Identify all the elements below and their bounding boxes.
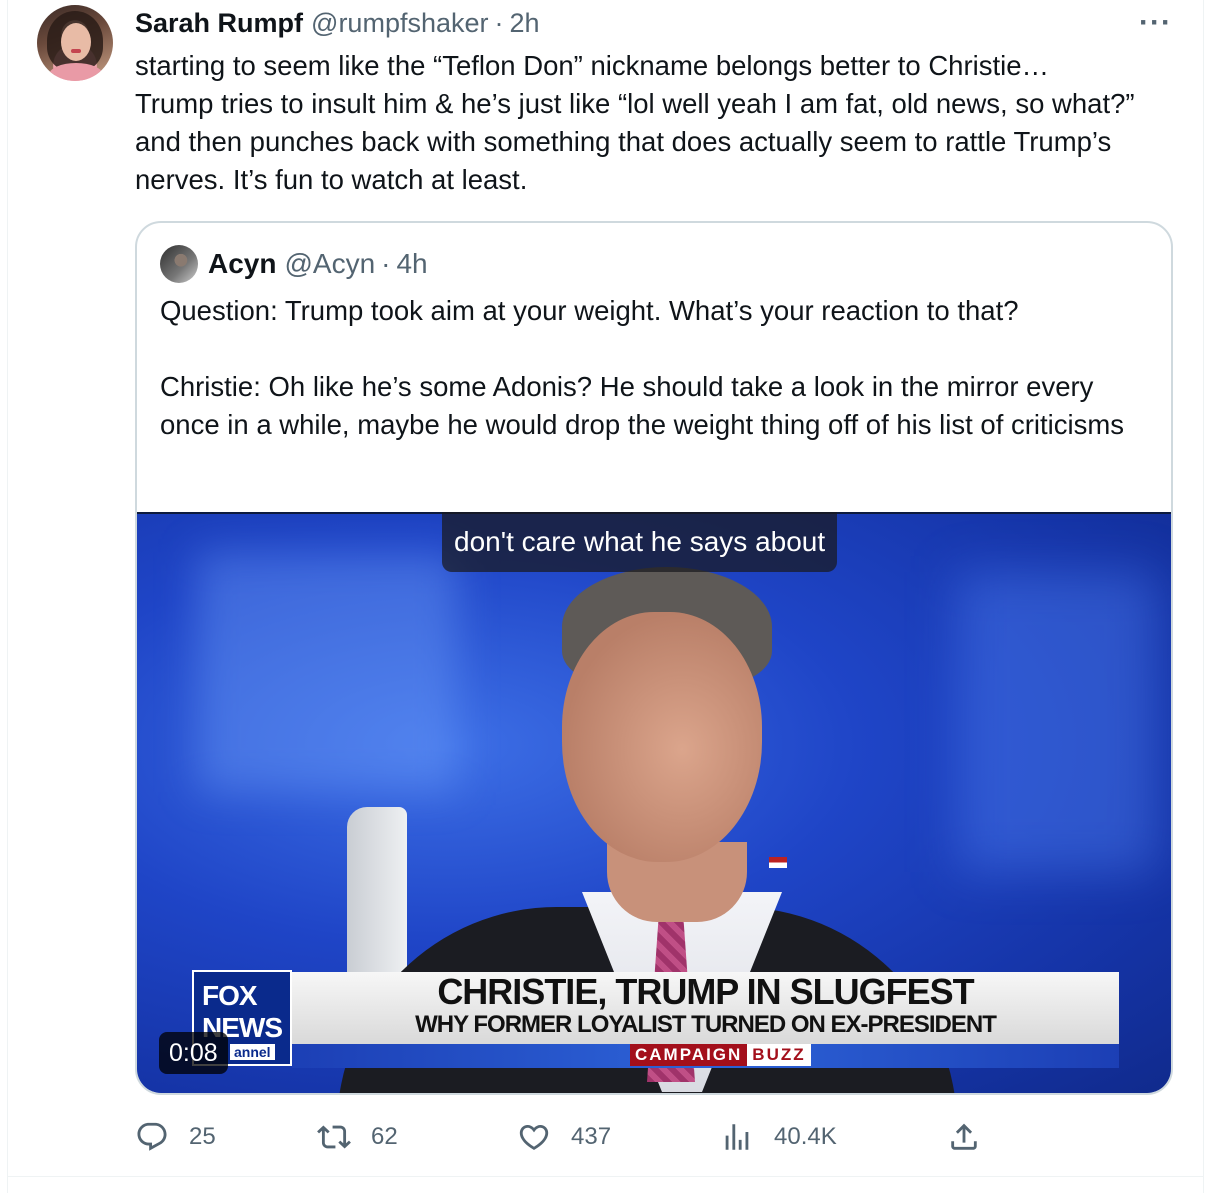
quoted-tweet[interactable]: Acyn @Acyn · 4h Question: Trump took aim… (135, 221, 1173, 1095)
reply-icon (137, 1122, 167, 1151)
tag-campaign: CAMPAIGN (630, 1044, 748, 1066)
chyron-subheadline: WHY FORMER LOYALIST TURNED ON EX-PRESIDE… (415, 1011, 997, 1038)
tweet-divider (7, 1176, 1204, 1177)
campaign-buzz-tag: CAMPAIGN BUZZ (630, 1044, 811, 1066)
avatar-face (61, 23, 91, 61)
chyron-headline: CHRISTIE, TRUMP IN SLUGFEST (437, 971, 974, 1012)
more-options-icon[interactable]: ··· (1139, 8, 1172, 38)
views-icon (725, 1124, 749, 1150)
author-handle[interactable]: @rumpfshaker (311, 8, 488, 39)
share-icon (951, 1123, 977, 1150)
tweet-text: starting to seem like the “Teflon Don” n… (135, 50, 1135, 195)
tag-buzz: BUZZ (747, 1044, 811, 1066)
video-caption: don't care what he says about (442, 512, 838, 572)
quote-header-separator: · (381, 248, 391, 279)
header-separator: · (494, 7, 504, 38)
news-chyron: FOX NEWS annel CHRISTIE, TRUMP IN SLUGFE… (192, 970, 1119, 1070)
repost-count: 62 (371, 1123, 398, 1150)
like-button[interactable]: 437 (517, 1117, 611, 1157)
logo-channel-text: annel (230, 1044, 275, 1060)
views-button[interactable]: 40.4K (720, 1117, 837, 1157)
video-player[interactable]: don't care what he says about FOX NEWS a… (137, 512, 1171, 1093)
studio-light (197, 552, 457, 792)
headline-bar: CHRISTIE, TRUMP IN SLUGFEST WHY FORMER L… (292, 972, 1119, 1044)
quote-author-name[interactable]: Acyn (208, 248, 276, 280)
repost-icon (317, 1125, 351, 1149)
share-button[interactable] (947, 1117, 1001, 1157)
views-count: 40.4K (774, 1123, 837, 1150)
video-duration-badge: 0:08 (159, 1032, 228, 1074)
tweet-header: Sarah Rumpf @rumpfshaker · 2h (135, 6, 540, 40)
flag-pin (769, 857, 787, 868)
column-border-left (7, 0, 8, 1193)
like-icon (519, 1124, 549, 1150)
column-border-right (1203, 0, 1204, 1193)
quote-header: Acyn @Acyn · 4h (160, 243, 428, 285)
quote-author-handle[interactable]: @Acyn (284, 248, 375, 280)
quote-avatar[interactable] (160, 245, 198, 283)
author-avatar[interactable] (37, 5, 113, 81)
action-bar: 25 62 437 40.4K (135, 1117, 1185, 1157)
speaker-face (562, 612, 762, 862)
like-count: 437 (571, 1123, 612, 1150)
reply-button[interactable]: 25 (135, 1117, 216, 1157)
avatar-clothing (49, 63, 103, 81)
quote-text: Question: Trump took aim at your weight.… (160, 295, 1125, 440)
reply-count: 25 (189, 1123, 216, 1150)
avatar-lips (71, 49, 81, 53)
repost-button[interactable]: 62 (317, 1117, 398, 1157)
logo-fox-text: FOX (202, 980, 258, 1011)
tweet-timestamp[interactable]: 2h (510, 8, 540, 39)
studio-light (957, 572, 1157, 872)
ticker-strip: CAMPAIGN BUZZ (292, 1044, 1119, 1068)
quote-timestamp[interactable]: 4h (396, 248, 427, 280)
author-name[interactable]: Sarah Rumpf (135, 8, 303, 39)
